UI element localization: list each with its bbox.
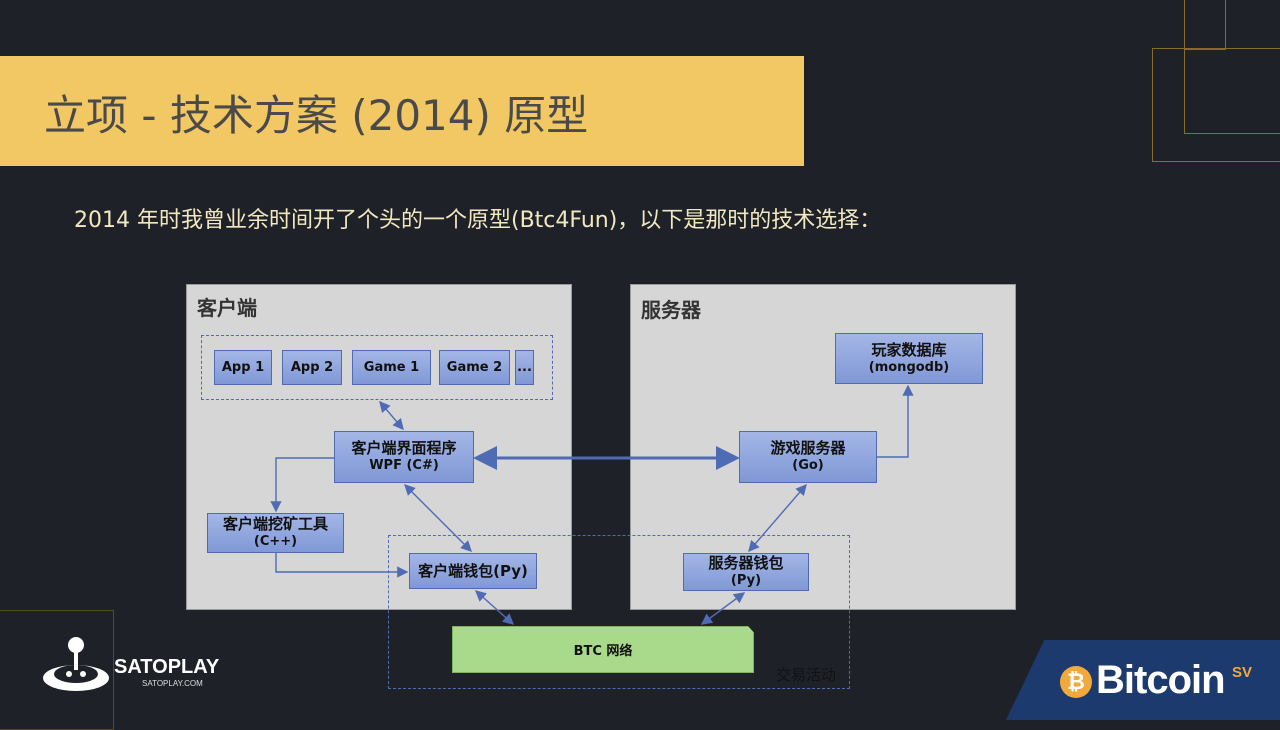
satoplay-url: SATOPLAY.COM <box>142 679 203 688</box>
bitcoin-logo-text: Bitcoin <box>1096 658 1226 702</box>
gameserver-wallet-connector <box>748 483 807 553</box>
bitcoin-coin-icon: ₿ <box>1060 666 1092 698</box>
clientwallet-network-connector <box>474 590 515 625</box>
bitcoin-sv-text: SV <box>1232 664 1253 681</box>
diagram-connectors <box>270 384 914 625</box>
ui-miner-connector <box>270 457 334 513</box>
gameserver-db-connector <box>877 384 914 458</box>
satoplay-logo-icon <box>43 637 109 691</box>
apps-ui-connector <box>379 400 404 431</box>
ui-wallet-connector <box>404 484 472 552</box>
satoplay-name: SATOPLAY <box>114 656 220 678</box>
miner-wallet-connector <box>275 553 409 578</box>
serverwallet-network-connector <box>700 592 746 625</box>
